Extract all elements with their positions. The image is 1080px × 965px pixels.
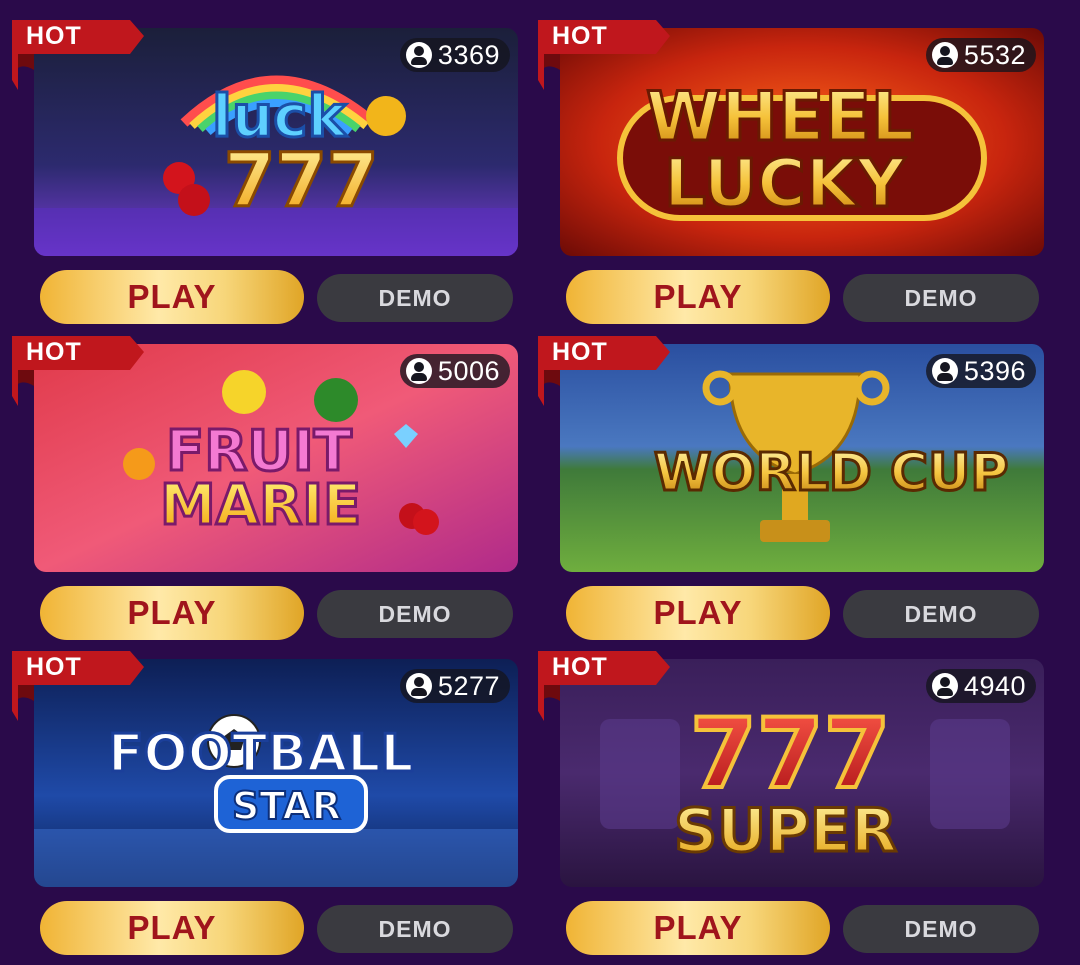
hot-badge-label: HOT bbox=[552, 22, 608, 50]
demo-button[interactable]: DEMO bbox=[317, 274, 513, 322]
art-subtitle-text: MARIE bbox=[160, 473, 361, 538]
demo-button[interactable]: DEMO bbox=[843, 274, 1039, 322]
demo-button[interactable]: DEMO bbox=[843, 905, 1039, 953]
player-count-badge: 5396 bbox=[925, 354, 1036, 388]
game-card-luck-777: luck 777 3369 HOT PLAY DEMO bbox=[12, 20, 518, 328]
user-icon bbox=[931, 42, 958, 68]
player-count: 5532 bbox=[963, 39, 1026, 70]
hot-badge-label: HOT bbox=[26, 653, 82, 681]
art-title-text: FOOTBALL bbox=[108, 724, 414, 784]
play-button[interactable]: PLAY bbox=[40, 901, 304, 955]
hot-ribbon: HOT bbox=[538, 336, 688, 416]
player-count-badge: 5006 bbox=[399, 354, 510, 388]
user-icon bbox=[931, 673, 958, 699]
player-count-badge: 3369 bbox=[399, 38, 510, 72]
hot-badge-label: HOT bbox=[26, 22, 82, 50]
player-count-badge: 5277 bbox=[399, 669, 510, 703]
player-count: 4940 bbox=[963, 670, 1026, 701]
play-button[interactable]: PLAY bbox=[566, 586, 830, 640]
hot-badge-label: HOT bbox=[26, 338, 82, 366]
art-title-text: 777 bbox=[690, 698, 890, 810]
player-count: 5277 bbox=[437, 670, 500, 701]
hot-badge-label: HOT bbox=[552, 653, 608, 681]
art-title-text: WORLD CUP bbox=[654, 443, 1009, 503]
hot-ribbon: HOT bbox=[538, 20, 688, 100]
user-icon bbox=[931, 358, 958, 384]
hot-badge-label: HOT bbox=[552, 338, 608, 366]
play-button[interactable]: PLAY bbox=[566, 901, 830, 955]
user-icon bbox=[405, 42, 432, 68]
demo-button[interactable]: DEMO bbox=[317, 590, 513, 638]
game-card-wheel-lucky: WHEEL LUCKY 5532 HOT PLAY DEMO bbox=[538, 20, 1044, 328]
hot-ribbon: HOT bbox=[12, 336, 162, 416]
art-subtitle-text: SUPER bbox=[674, 796, 897, 866]
player-count-badge: 4940 bbox=[925, 669, 1036, 703]
game-grid: luck 777 3369 HOT PLAY DEMO WHEEL LUCKY … bbox=[0, 0, 1080, 965]
art-subtitle-text: LUCKY bbox=[664, 145, 906, 222]
hot-ribbon: HOT bbox=[12, 20, 162, 100]
hot-ribbon: HOT bbox=[538, 651, 688, 731]
player-count: 5006 bbox=[437, 355, 500, 386]
user-icon bbox=[405, 673, 432, 699]
hot-ribbon: HOT bbox=[12, 651, 162, 731]
game-card-super-777: 777 SUPER 4940 HOT PLAY DEMO bbox=[538, 651, 1044, 959]
player-count-badge: 5532 bbox=[925, 38, 1036, 72]
game-card-football-star: FOOTBALL STAR 5277 HOT PLAY DEMO bbox=[12, 651, 518, 959]
demo-button[interactable]: DEMO bbox=[843, 590, 1039, 638]
art-subtitle-text: STAR bbox=[232, 784, 341, 828]
user-icon bbox=[405, 358, 432, 384]
game-card-world-cup: WORLD CUP 5396 HOT PLAY DEMO bbox=[538, 336, 1044, 644]
play-button[interactable]: PLAY bbox=[40, 586, 304, 640]
play-button[interactable]: PLAY bbox=[40, 270, 304, 324]
play-button[interactable]: PLAY bbox=[566, 270, 830, 324]
player-count: 5396 bbox=[963, 355, 1026, 386]
player-count: 3369 bbox=[437, 39, 500, 70]
art-subtitle-text: 777 bbox=[224, 138, 378, 224]
game-card-fruit-marie: FRUIT MARIE 5006 HOT PLAY DEMO bbox=[12, 336, 518, 644]
demo-button[interactable]: DEMO bbox=[317, 905, 513, 953]
